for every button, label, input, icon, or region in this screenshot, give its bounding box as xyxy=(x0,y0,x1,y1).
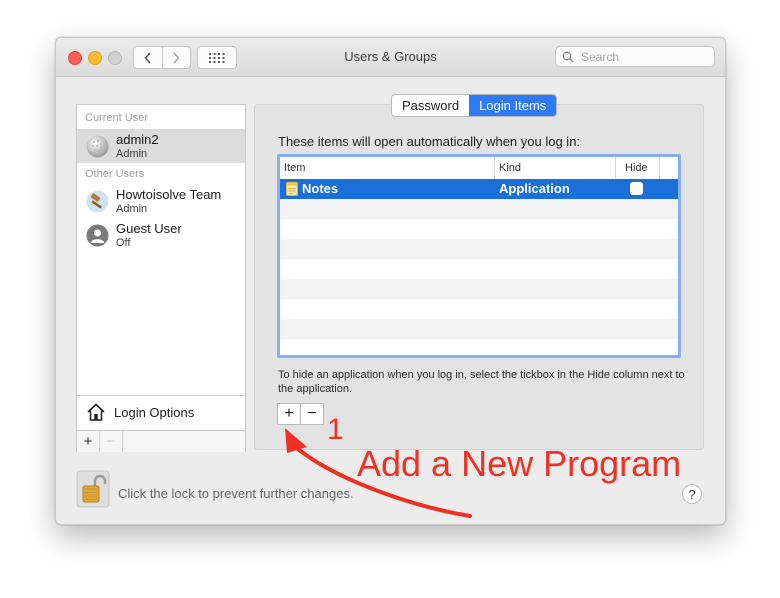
annotation-label: Add a New Program xyxy=(357,443,682,484)
annotation-step-number: 1 xyxy=(327,413,344,446)
tab-bar: Password Login Items xyxy=(391,94,558,117)
tab-login-items[interactable]: Login Items xyxy=(469,95,557,116)
annotation-arrow xyxy=(285,428,472,518)
tab-password[interactable]: Password xyxy=(392,95,469,116)
